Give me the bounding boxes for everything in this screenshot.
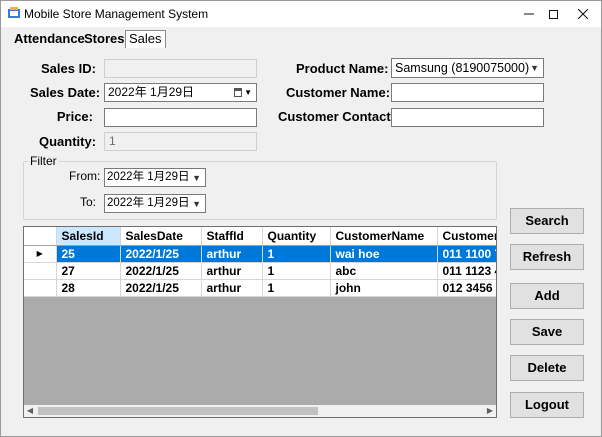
column-header-salesid[interactable]: SalesId — [56, 227, 121, 246]
row-selector-icon[interactable]: ▶ — [24, 245, 57, 263]
cell-quantity[interactable]: 1 — [262, 279, 331, 297]
row-header[interactable] — [24, 279, 57, 297]
filter-from-picker[interactable]: 2022年 1月29日 ▼ — [104, 168, 206, 187]
add-button[interactable]: Add — [510, 283, 584, 309]
filter-from-value: 2022年 1月29日 — [107, 171, 190, 183]
customer-contact-label: Customer Contact: — [278, 109, 396, 124]
column-header-staffid[interactable]: StaffId — [201, 227, 263, 246]
close-icon — [578, 9, 588, 19]
table-row[interactable]: 27 2022/1/25 arthur 1 abc 011 1123 4 — [24, 262, 496, 280]
grid-header-row: SalesId SalesDate StaffId Quantity Custo… — [24, 227, 496, 246]
cell-customername[interactable]: wai hoe — [330, 245, 438, 263]
chevron-down-icon: ▼ — [192, 173, 201, 183]
row-header[interactable] — [24, 262, 57, 280]
tab-attendance[interactable]: Attendance — [11, 31, 88, 48]
search-button[interactable]: Search — [510, 208, 584, 234]
sales-date-value: 2022年 1月29日 — [108, 85, 195, 99]
cell-customername[interactable]: john — [330, 279, 438, 297]
tab-sales[interactable]: Sales — [125, 30, 166, 48]
app-icon — [8, 7, 20, 18]
logout-button[interactable]: Logout — [510, 392, 584, 418]
cell-salesdate[interactable]: 2022/1/25 — [120, 262, 202, 280]
cell-salesdate[interactable]: 2022/1/25 — [120, 279, 202, 297]
filter-to-value: 2022年 1月29日 — [107, 197, 190, 209]
filter-from-label: From: — [69, 169, 101, 183]
filter-to-label: To: — [80, 195, 97, 209]
sales-date-label: Sales Date: — [30, 85, 101, 100]
table-row[interactable]: 28 2022/1/25 arthur 1 john 012 3456 7 — [24, 279, 496, 297]
price-field[interactable] — [104, 108, 257, 127]
column-header-customername[interactable]: CustomerName — [330, 227, 438, 246]
sales-date-picker[interactable]: 2022年 1月29日 ▼ — [104, 83, 257, 102]
window-title: Mobile Store Management System — [24, 7, 209, 21]
customer-contact-field[interactable] — [391, 108, 544, 127]
cell-salesdate[interactable]: 2022/1/25 — [120, 245, 202, 263]
cell-quantity[interactable]: 1 — [262, 245, 331, 263]
product-name-value: Samsung (8190075000) — [395, 61, 530, 75]
price-label: Price: — [56, 109, 93, 124]
chevron-left-icon[interactable]: ◀ — [24, 405, 36, 417]
quantity-label: Quantity: — [39, 134, 97, 149]
sales-grid[interactable]: SalesId SalesDate StaffId Quantity Custo… — [23, 226, 497, 418]
cell-quantity[interactable]: 1 — [262, 262, 331, 280]
scrollbar-thumb[interactable] — [38, 407, 318, 415]
maximize-icon — [548, 9, 558, 19]
sales-id-label: Sales ID: — [41, 61, 96, 76]
filter-to-picker[interactable]: 2022年 1月29日 ▼ — [104, 194, 206, 213]
delete-button[interactable]: Delete — [510, 355, 584, 381]
filter-legend: Filter — [28, 154, 59, 168]
app-window: Mobile Store Management System Attendanc… — [0, 0, 602, 437]
cell-salesid[interactable]: 25 — [56, 245, 121, 263]
quantity-field[interactable]: 1 — [104, 132, 257, 151]
sales-table: SalesId SalesDate StaffId Quantity Custo… — [24, 227, 496, 297]
chevron-right-icon[interactable]: ▶ — [484, 405, 496, 417]
tab-stores[interactable]: Stores — [81, 31, 127, 48]
close-button[interactable] — [563, 1, 602, 27]
cell-salesid[interactable]: 27 — [56, 262, 121, 280]
cell-staffid[interactable]: arthur — [201, 245, 263, 263]
refresh-button[interactable]: Refresh — [510, 244, 584, 270]
cell-customercontact[interactable]: 012 3456 7 — [437, 279, 496, 297]
cell-staffid[interactable]: arthur — [201, 279, 263, 297]
save-button[interactable]: Save — [510, 319, 584, 345]
customer-name-label: Customer Name: — [286, 85, 391, 100]
customer-name-field[interactable] — [391, 83, 544, 102]
table-row[interactable]: ▶ 25 2022/1/25 arthur 1 wai hoe 011 1100… — [24, 245, 496, 263]
title-bar: Mobile Store Management System — [1, 1, 601, 27]
horizontal-scrollbar[interactable]: ◀ ▶ — [24, 405, 496, 417]
cell-customercontact[interactable]: 011 1123 4 — [437, 262, 496, 280]
product-name-label: Product Name: — [296, 61, 389, 76]
calendar-icon — [234, 88, 242, 97]
column-header-salesdate[interactable]: SalesDate — [120, 227, 202, 246]
cell-customercontact[interactable]: 011 1100 7 — [437, 245, 496, 263]
cell-salesid[interactable]: 28 — [56, 279, 121, 297]
sales-id-field[interactable] — [104, 59, 257, 78]
cell-customername[interactable]: abc — [330, 262, 438, 280]
chevron-down-icon: ▼ — [244, 88, 252, 97]
chevron-down-icon: ▼ — [192, 199, 201, 209]
cell-staffid[interactable]: arthur — [201, 262, 263, 280]
chevron-down-icon: ▼ — [530, 63, 539, 73]
column-header-quantity[interactable]: Quantity — [262, 227, 331, 246]
grid-corner[interactable] — [24, 227, 57, 246]
column-header-customercontact[interactable]: CustomerC — [437, 227, 496, 246]
product-name-combo[interactable]: Samsung (8190075000) ▼ — [391, 58, 544, 78]
